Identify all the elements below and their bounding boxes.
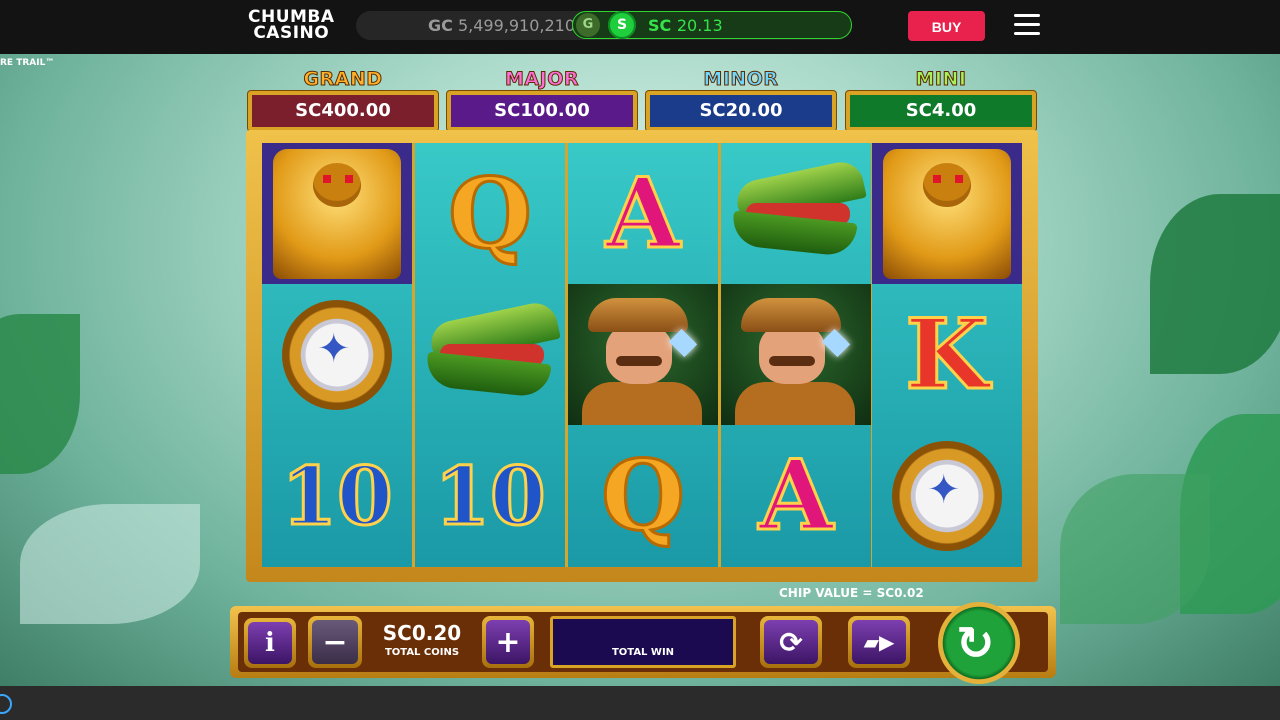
jungle-leaf-decoration <box>0 314 80 474</box>
loading-indicator-icon <box>0 694 12 714</box>
explorer-icon <box>721 284 871 425</box>
gold-coin-toggle-icon[interactable]: G <box>576 13 600 37</box>
reel-3: A Q <box>568 143 718 567</box>
ten-symbol-label: 10 <box>280 447 394 544</box>
jackpot-value: SC4.00 <box>846 91 1036 131</box>
buy-button[interactable]: BUY <box>908 11 985 41</box>
autoplay-button[interactable]: ⟳ <box>760 616 822 668</box>
jackpot-value: SC400.00 <box>248 91 438 131</box>
ace-symbol: A <box>568 143 718 284</box>
hamburger-menu-icon[interactable] <box>1014 14 1040 38</box>
ten-symbol: 10 <box>415 425 565 566</box>
spin-arrow-icon: ↻ <box>956 616 995 670</box>
total-win-label: TOTAL WIN <box>611 647 675 658</box>
queen-symbol-label: Q <box>600 438 687 554</box>
jackpot-title: MINOR <box>703 68 779 91</box>
gc-label: GC <box>428 16 453 35</box>
total-win-value <box>553 623 733 647</box>
compass-icon <box>262 284 412 425</box>
reel-4: A <box>721 143 871 567</box>
sweeps-coin-toggle-icon[interactable]: S <box>608 11 636 39</box>
reel-1: 10 <box>262 143 412 567</box>
explorer-icon <box>568 284 718 425</box>
total-win-display: TOTAL WIN <box>550 616 736 668</box>
total-coins-display: SC0.20 TOTAL COINS <box>366 616 478 668</box>
king-symbol-label: K <box>904 297 990 413</box>
ace-symbol: A <box>721 425 871 566</box>
total-coins-label: TOTAL COINS <box>384 647 460 658</box>
jackpot-major: MAJOR SC100.00 <box>447 68 637 131</box>
king-symbol: K <box>872 284 1022 425</box>
minus-icon: − <box>312 620 358 664</box>
jackpot-title: GRAND <box>303 68 383 91</box>
autoplay-icon: ⟳ <box>764 620 818 664</box>
jackpot-minor: MINOR SC20.00 <box>646 68 836 131</box>
spin-button[interactable]: ↻ <box>938 602 1020 684</box>
sweeps-coin-balance: SC 20.13 <box>648 16 723 35</box>
queen-symbol-label: Q <box>447 156 534 272</box>
queen-symbol: Q <box>568 425 718 566</box>
idol-icon <box>262 143 412 284</box>
total-coins-value: SC0.20 <box>382 621 462 645</box>
jungle-leaf-decoration <box>20 504 200 624</box>
jungle-leaf-decoration <box>1060 474 1210 624</box>
turbo-button[interactable]: ▰▶ <box>848 616 910 668</box>
chip-value: CHIP VALUE = SC0.02 <box>779 586 924 600</box>
game-title-fragment: RE TRAIL™ <box>0 58 55 68</box>
ace-symbol-label: A <box>757 438 835 554</box>
sc-value: 20.13 <box>676 16 723 35</box>
ten-symbol-label: 10 <box>433 447 547 544</box>
idol-icon <box>872 143 1022 284</box>
logo-line2: CASINO <box>253 23 330 43</box>
sc-label: SC <box>648 16 672 35</box>
info-icon: i <box>248 622 292 664</box>
chumba-casino-logo[interactable]: CHUMBA CASINO <box>248 9 335 43</box>
bottom-bar <box>0 686 1280 720</box>
decrease-bet-button[interactable]: − <box>308 616 362 668</box>
compass-icon <box>872 425 1022 566</box>
reel-5: K <box>872 143 1022 567</box>
jungle-leaf-decoration <box>1150 194 1280 374</box>
ace-symbol-label: A <box>604 156 682 272</box>
increase-bet-button[interactable]: + <box>482 616 534 668</box>
info-button[interactable]: i <box>244 618 296 668</box>
gold-coin-balance: GC 5,499,910,210 <box>428 16 575 35</box>
gc-value: 5,499,910,210 <box>457 16 576 35</box>
jackpot-value: SC20.00 <box>646 91 836 131</box>
jackpot-value: SC100.00 <box>447 91 637 131</box>
queen-symbol: Q <box>415 143 565 284</box>
crocodile-icon <box>415 284 565 425</box>
turbo-icon: ▰▶ <box>852 620 906 664</box>
top-bar: CHUMBA CASINO GC 5,499,910,210 G S SC 20… <box>0 0 1280 54</box>
ten-symbol: 10 <box>262 425 412 566</box>
crocodile-icon <box>721 143 871 284</box>
jackpot-title: MAJOR <box>505 68 579 91</box>
reel-2: Q 10 <box>415 143 565 567</box>
jackpot-title: MINI <box>915 68 967 91</box>
jackpot-mini: MINI SC4.00 <box>846 68 1036 131</box>
plus-icon: + <box>486 620 530 664</box>
jackpot-grand: GRAND SC400.00 <box>248 68 438 131</box>
